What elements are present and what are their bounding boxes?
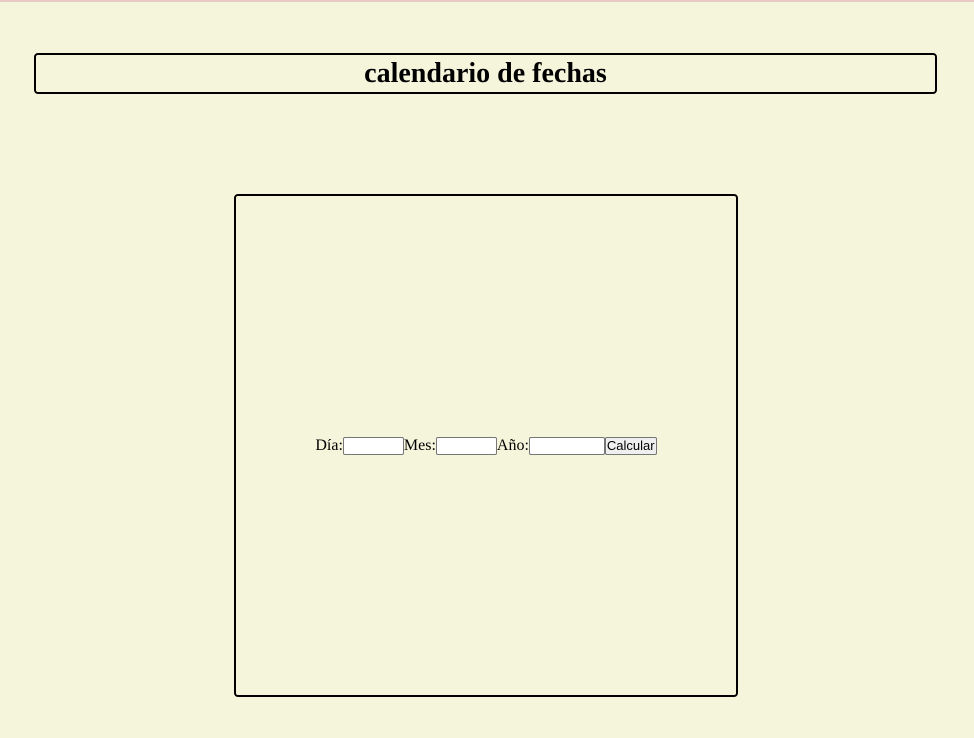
ano-label: Año:	[496, 436, 529, 454]
mes-label: Mes:	[403, 436, 436, 454]
dia-input[interactable]	[342, 436, 404, 455]
header-box: calendario de fechas	[34, 53, 937, 94]
dia-label: Día:	[315, 436, 343, 454]
top-divider	[0, 0, 974, 2]
calcular-button[interactable]: Calcular	[604, 436, 657, 455]
ano-input[interactable]	[528, 436, 605, 455]
calendar-panel: Día: Mes: Año: Calcular	[234, 194, 738, 697]
date-form: Día: Mes: Año: Calcular	[315, 436, 657, 455]
mes-input[interactable]	[435, 436, 497, 455]
page-title: calendario de fechas	[364, 58, 607, 89]
